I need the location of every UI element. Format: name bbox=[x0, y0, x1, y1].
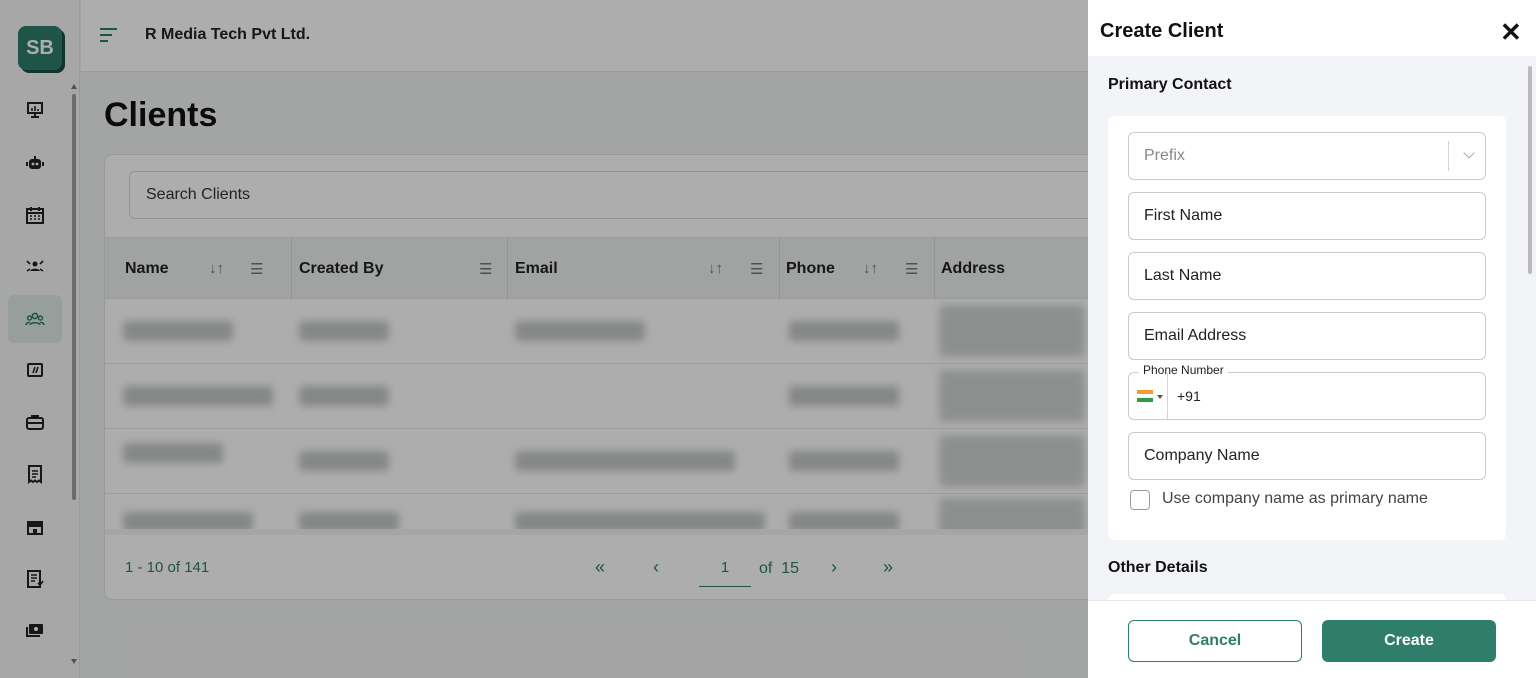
drawer-header: Create Client ✕ bbox=[1088, 8, 1536, 56]
chevron-down-icon bbox=[1463, 147, 1475, 159]
india-flag-icon[interactable] bbox=[1137, 390, 1153, 402]
phone-number-field[interactable]: Phone Number +91 bbox=[1128, 363, 1486, 420]
drawer-scrollbar[interactable] bbox=[1526, 60, 1534, 605]
prefix-placeholder: Prefix bbox=[1144, 147, 1185, 164]
use-company-name-checkbox[interactable] bbox=[1130, 490, 1150, 510]
use-company-name-label: Use company name as primary name bbox=[1162, 490, 1428, 507]
create-button[interactable]: Create bbox=[1322, 620, 1496, 662]
company-name-input[interactable]: Company Name bbox=[1128, 432, 1486, 480]
create-client-drawer: Create Client ✕ Primary Contact Prefix F… bbox=[1088, 8, 1536, 678]
prefix-select[interactable]: Prefix bbox=[1128, 132, 1486, 180]
drawer-footer: Cancel Create bbox=[1088, 600, 1536, 678]
first-name-input[interactable]: First Name bbox=[1128, 192, 1486, 240]
email-input[interactable]: Email Address bbox=[1128, 312, 1486, 360]
last-name-input[interactable]: Last Name bbox=[1128, 252, 1486, 300]
primary-contact-form: Prefix First Name Last Name Email Addres… bbox=[1108, 116, 1506, 540]
section-title-primary-contact: Primary Contact bbox=[1108, 76, 1232, 93]
phone-input[interactable]: +91 bbox=[1177, 373, 1201, 419]
country-dropdown-icon[interactable] bbox=[1157, 395, 1163, 399]
close-icon[interactable]: ✕ bbox=[1500, 19, 1522, 45]
cancel-button[interactable]: Cancel bbox=[1128, 620, 1302, 662]
section-title-other-details: Other Details bbox=[1108, 559, 1208, 576]
drawer-title: Create Client bbox=[1100, 20, 1224, 42]
modal-backdrop[interactable] bbox=[0, 0, 1088, 678]
